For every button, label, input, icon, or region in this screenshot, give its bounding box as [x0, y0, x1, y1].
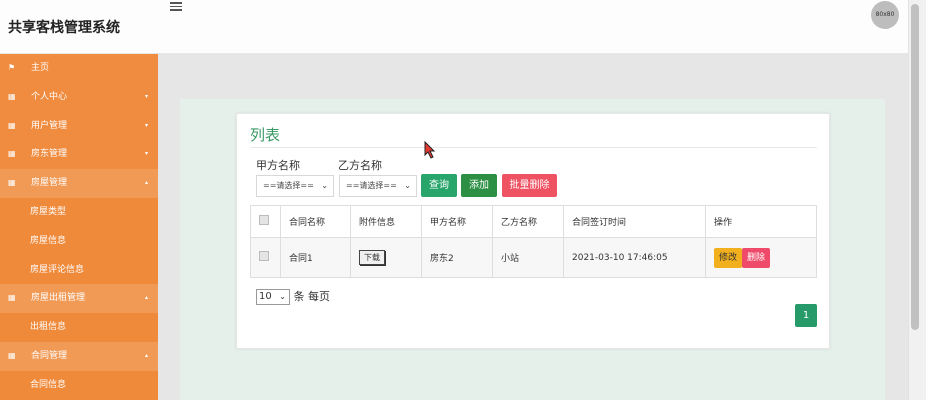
column-header: 乙方名称	[492, 205, 564, 238]
select-all-checkbox[interactable]	[259, 215, 269, 225]
app-title: 共享客栈管理系统	[8, 20, 120, 36]
page-1-button[interactable]: 1	[795, 304, 817, 327]
sidebar-item-label: 房屋信息	[30, 235, 67, 246]
chevron-down-icon: ▾	[144, 92, 148, 100]
table-row: 合同1 下载 房东2 小站 2021-03-10 17:46:05 修改 删除	[250, 237, 817, 278]
add-button[interactable]: 添加	[461, 174, 497, 197]
sidebar-item-users[interactable]: ▦ 用户管理 ▾	[0, 111, 158, 141]
page-size-value: 10	[259, 291, 272, 302]
column-header: 合同签订时间	[563, 205, 706, 238]
party-b-select[interactable]: ==请选择== ⌄	[339, 175, 417, 197]
sidebar-item-landlords[interactable]: ▦ 房东管理 ▾	[0, 140, 158, 170]
download-button[interactable]: 下载	[359, 250, 385, 265]
party-b-filter-label: 乙方名称	[338, 159, 382, 172]
column-header: 合同名称	[280, 205, 351, 238]
select-value: ==请选择==	[263, 181, 314, 190]
select-value: ==请选择==	[346, 181, 397, 190]
grid-icon: ▦	[8, 293, 16, 303]
avatar[interactable]: 80x80	[871, 1, 899, 29]
sidebar-item-label: 合同管理	[31, 350, 68, 361]
page-size-select[interactable]: 10 ⌄	[256, 289, 290, 305]
sidebar-subitem-contract-info[interactable]: 合同信息	[0, 371, 158, 400]
page-scrollbar[interactable]	[908, 0, 926, 400]
chevron-down-icon: ▾	[144, 150, 148, 158]
sidebar-item-label: 房屋管理	[31, 178, 68, 189]
chevron-up-icon: ▴	[144, 179, 148, 187]
sidebar-item-label: 房屋评论信息	[30, 264, 85, 275]
sidebar-item-rentals[interactable]: ▦ 房屋出租管理 ▴	[0, 284, 158, 314]
grid-icon: ▦	[8, 91, 16, 101]
select-all-cell	[250, 205, 281, 238]
sidebar-subitem-rental-info[interactable]: 出租信息	[0, 313, 158, 342]
divider	[250, 147, 817, 148]
batch-delete-button[interactable]: 批量删除	[502, 174, 557, 197]
sidebar-item-label: 用户管理	[31, 120, 68, 131]
sidebar-item-label: 个人中心	[31, 91, 68, 102]
sidebar-subitem-house-comments[interactable]: 房屋评论信息	[0, 256, 158, 285]
sidebar-item-label: 合同信息	[30, 379, 67, 390]
sidebar-subitem-house-types[interactable]: 房屋类型	[0, 198, 158, 227]
chevron-down-icon: ⌄	[279, 292, 286, 301]
mouse-cursor-icon	[424, 141, 436, 159]
sidebar-item-houses[interactable]: ▦ 房屋管理 ▴	[0, 169, 158, 198]
row-checkbox[interactable]	[259, 251, 269, 261]
sidebar-item-label: 房东管理	[31, 149, 68, 160]
page-title: 列表	[250, 126, 281, 144]
attachment-cell: 下载	[350, 237, 422, 278]
chevron-up-icon: ▴	[144, 294, 148, 302]
grid-icon: ▦	[8, 149, 16, 159]
sidebar: ⚑ 主页 ▦ 个人中心 ▾ ▦ 用户管理 ▾ ▦ 房东管理 ▾ ▦ 房屋管理 ▴…	[0, 54, 158, 400]
contract-name-cell: 合同1	[280, 237, 351, 278]
sidebar-item-contracts[interactable]: ▦ 合同管理 ▴	[0, 341, 158, 371]
list-card: 列表 甲方名称 乙方名称 ==请选择== ⌄ ==请选择== ⌄ 查询 添加 批…	[236, 113, 830, 349]
menu-toggle-icon[interactable]	[170, 0, 182, 11]
chevron-down-icon: ⌄	[321, 181, 328, 190]
grid-icon: ▦	[8, 350, 16, 360]
chevron-down-icon: ▾	[144, 121, 148, 129]
top-header: 共享客栈管理系统 80x80	[0, 0, 908, 54]
sidebar-item-label: 主页	[31, 63, 50, 73]
actions-cell: 修改 删除	[705, 237, 817, 278]
party-a-select[interactable]: ==请选择== ⌄	[256, 175, 334, 197]
party-b-cell: 小站	[492, 237, 564, 278]
delete-button[interactable]: 删除	[742, 247, 771, 268]
edit-button[interactable]: 修改	[714, 247, 743, 268]
row-select-cell	[250, 237, 281, 278]
sidebar-item-home[interactable]: ⚑ 主页	[0, 54, 158, 83]
column-header: 甲方名称	[421, 205, 493, 238]
page-size-control: 10 ⌄ 条 每页	[256, 288, 330, 305]
grid-icon: ▦	[8, 178, 16, 188]
party-a-filter-label: 甲方名称	[256, 159, 300, 172]
query-button[interactable]: 查询	[421, 174, 457, 197]
table-header-row: 合同名称 附件信息 甲方名称 乙方名称 合同签订时间 操作	[250, 205, 817, 238]
sidebar-item-label: 房屋类型	[30, 206, 67, 217]
chevron-up-icon: ▴	[144, 351, 148, 359]
scrollbar-thumb[interactable]	[911, 4, 919, 330]
column-header: 附件信息	[350, 205, 422, 238]
sidebar-item-label: 出租信息	[30, 322, 67, 333]
sidebar-item-label: 房屋出租管理	[31, 293, 86, 304]
column-header: 操作	[705, 205, 817, 238]
contracts-table: 合同名称 附件信息 甲方名称 乙方名称 合同签订时间 操作 合同1 下载 房东2…	[250, 205, 817, 278]
flag-icon: ⚑	[8, 63, 16, 72]
grid-icon: ▦	[8, 120, 16, 130]
chevron-down-icon: ⌄	[404, 181, 411, 190]
sidebar-item-profile[interactable]: ▦ 个人中心 ▾	[0, 82, 158, 112]
party-a-cell: 房东2	[421, 237, 493, 278]
sidebar-subitem-house-info[interactable]: 房屋信息	[0, 227, 158, 256]
per-page-label: 条 每页	[293, 290, 331, 303]
signed-time-cell: 2021-03-10 17:46:05	[563, 237, 706, 278]
